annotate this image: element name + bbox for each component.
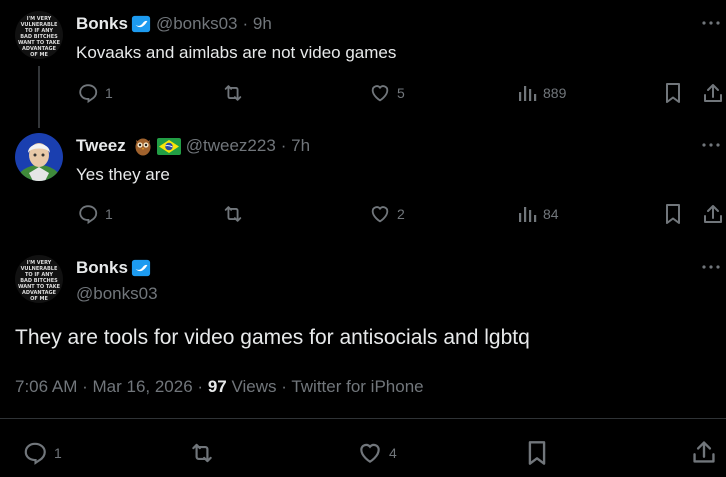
avatar[interactable]: I'M VERY VULNERABLE TO IF ANY BAD BITCHE…: [15, 11, 63, 59]
bookmark-icon[interactable]: [663, 203, 683, 225]
tweet-text: They are tools for video games for antis…: [15, 326, 530, 349]
tweet-date[interactable]: Mar 16, 2026: [93, 377, 193, 396]
view-count: 889: [543, 85, 567, 101]
share-icon[interactable]: [702, 203, 724, 225]
retweet-button[interactable]: [221, 203, 245, 225]
reply-count: 1: [105, 85, 113, 101]
retweet-icon: [224, 206, 242, 222]
user-handle[interactable]: @bonks03: [76, 284, 158, 304]
avatar[interactable]: [15, 133, 63, 181]
retweet-button[interactable]: [188, 440, 216, 466]
avatar-text: OF ME: [30, 296, 48, 302]
tweet-header: Bonks @bonks03 · 9h: [76, 14, 272, 34]
tweet-time[interactable]: · 9h: [243, 14, 272, 34]
heart-icon: [371, 85, 389, 102]
heart-icon: [360, 443, 380, 463]
display-name[interactable]: Bonks: [76, 258, 128, 278]
tweet-text: Kovaaks and aimlabs are not video games: [76, 43, 397, 62]
tweet-time[interactable]: · 7h: [281, 136, 310, 156]
more-options-icon[interactable]: [700, 141, 722, 151]
views-button[interactable]: 84: [517, 204, 559, 224]
tweet-text: Yes they are: [76, 165, 170, 184]
reply-icon: [79, 84, 98, 104]
reply-icon: [24, 442, 46, 465]
avatar[interactable]: I'M VERY VULNERABLE TO IF ANY BAD BITCHE…: [15, 255, 63, 303]
view-count: 84: [543, 206, 559, 222]
tweet-header: Bonks: [76, 258, 151, 278]
divider: [0, 418, 726, 419]
like-button[interactable]: 5: [369, 82, 405, 104]
reply-icon: [79, 205, 98, 225]
user-handle[interactable]: @tweez223: [186, 136, 276, 156]
tweet-source[interactable]: Twitter for iPhone: [291, 377, 423, 396]
reply-count: 1: [54, 445, 62, 461]
reply-button[interactable]: 1: [77, 82, 113, 104]
more-options-icon[interactable]: [700, 19, 722, 29]
views-button[interactable]: 889: [517, 83, 566, 103]
reply-button[interactable]: 1: [77, 203, 113, 225]
avatar-text: OF ME: [30, 52, 48, 58]
bookmark-icon[interactable]: [525, 440, 549, 466]
retweet-button[interactable]: [221, 82, 245, 104]
display-name[interactable]: Tweez: [76, 136, 126, 156]
like-count: 5: [397, 85, 405, 101]
like-button[interactable]: 4: [357, 440, 397, 466]
reply-count: 1: [105, 206, 113, 222]
owl-emoji-icon: [135, 138, 151, 156]
reply-button[interactable]: 1: [22, 440, 62, 466]
tweet-time[interactable]: 7:06 AM: [15, 377, 77, 396]
share-icon[interactable]: [702, 82, 724, 104]
tweet-header: Tweez @tweez223 · 7h: [76, 136, 310, 156]
verified-badge-icon: [131, 15, 151, 33]
thread-line: [38, 66, 40, 128]
views-icon: [519, 207, 537, 222]
display-name[interactable]: Bonks: [76, 14, 128, 34]
views-icon: [519, 86, 537, 101]
user-handle[interactable]: @bonks03: [156, 14, 238, 34]
like-count: 4: [389, 445, 397, 461]
tweet-meta: 7:06 AM · Mar 16, 2026 · 97 Views · Twit…: [15, 377, 424, 396]
retweet-icon: [192, 443, 212, 463]
more-options-icon[interactable]: [700, 263, 722, 273]
heart-icon: [371, 206, 389, 223]
like-count: 2: [397, 206, 405, 222]
views-label: Views: [231, 377, 277, 396]
brazil-flag-icon: [156, 137, 181, 155]
retweet-icon: [224, 85, 242, 101]
share-icon[interactable]: [691, 439, 717, 465]
view-count: 97: [207, 377, 227, 396]
verified-badge-icon: [131, 259, 151, 277]
like-button[interactable]: 2: [369, 203, 405, 225]
bookmark-icon[interactable]: [663, 82, 683, 104]
